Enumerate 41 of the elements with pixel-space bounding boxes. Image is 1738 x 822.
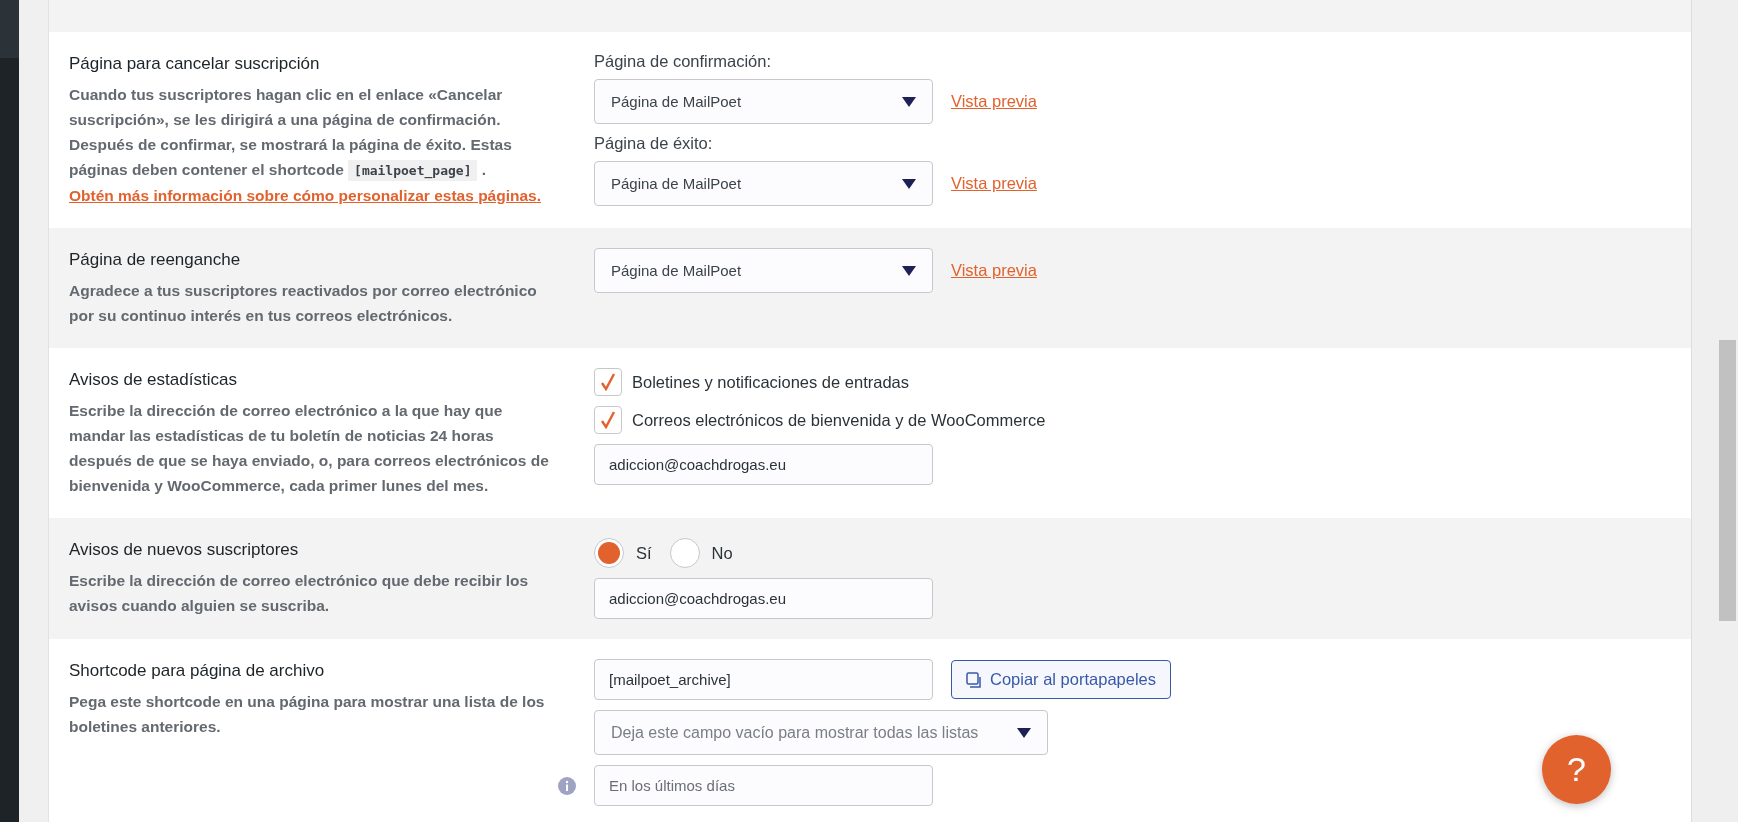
page-select[interactable]: Deja este campo vacío para mostrar todas las listas	[594, 710, 1048, 755]
setting-title: Shortcode para página de archivo	[69, 660, 326, 682]
page-select[interactable]: Página de MailPoet	[594, 248, 933, 293]
caret-icon	[1017, 727, 1031, 738]
page-select[interactable]: Página de MailPoet	[594, 161, 933, 206]
check-icon	[600, 373, 616, 391]
field-label: Página de éxito:	[594, 134, 714, 153]
setting-title: Avisos de estadísticas	[69, 369, 238, 391]
setting-description: Agradece a tus suscriptores reactivados por correo electrónico por su continuo interés en tus correos electrónicos.	[69, 281, 538, 326]
caret-icon	[902, 96, 916, 107]
text-field[interactable]: adiccion@coachdrogas.eu	[594, 578, 933, 619]
setting-title: Página de reenganche	[69, 249, 242, 271]
checkbox[interactable]	[594, 406, 622, 434]
caret-icon	[902, 265, 916, 276]
checkbox-option[interactable]: Correos electrónicos de bienvenida y de WooCommerce	[594, 406, 1671, 434]
radio-label: Sí	[636, 543, 652, 563]
check-icon	[600, 411, 616, 429]
text-field[interactable]: adiccion@coachdrogas.eu	[594, 444, 933, 485]
field-label: Página de confirmación:	[594, 52, 773, 71]
preview-link[interactable]: Vista previa	[951, 92, 1037, 111]
checkbox[interactable]	[594, 368, 622, 396]
setting-description: Escribe la dirección de correo electrónico a la que hay que mandar las estadísticas de tu boletín de noticias 24 horas después de que se haya enviado, o, para correos electrónicos de bienvenida y WooCommerce, cada primer lunes del mes.	[69, 401, 550, 496]
scrollbar[interactable]	[1691, 0, 1738, 822]
setting-description: Escribe la dirección de correo electrónico que debe recibir los avisos cuando alguien se suscriba.	[69, 571, 530, 616]
text-field[interactable]: [mailpoet_archive]	[594, 659, 933, 700]
copy-button[interactable]: Copiar al portapapeles	[951, 660, 1172, 699]
setting-description: Pega este shortcode en una página para mostrar una lista de los boletines anteriores.	[69, 692, 546, 737]
checkbox-label: Correos electrónicos de bienvenida y de WooCommerce	[632, 410, 1046, 430]
setting-title: Avisos de nuevos suscriptores	[69, 539, 300, 561]
radio-label: No	[711, 543, 733, 563]
checkbox-option[interactable]: Boletines y notificaciones de entradas	[594, 368, 1671, 396]
setting-title: Página para cancelar suscripción	[69, 53, 321, 75]
copy-icon	[966, 671, 982, 688]
checkbox-label: Boletines y notificaciones de entradas	[632, 372, 909, 392]
text-field[interactable]: En los últimos días	[594, 765, 933, 806]
page-select[interactable]: Página de MailPoet	[594, 79, 933, 124]
preview-link[interactable]: Vista previa	[951, 174, 1037, 193]
setting-description: Cuando tus suscriptores hagan clic en el enlace «Cancelar suscripción», se les dirigirá a una página de confirmación. Después de confirmar, se mostrará la página de éxito. Estas páginas deben contener el shortcode [mailpoet_page] . Obtén más información sobre cómo personalizar estas páginas.	[69, 85, 543, 206]
radio-button[interactable]	[669, 538, 700, 568]
radio-button[interactable]	[594, 538, 624, 568]
caret-icon	[902, 178, 916, 189]
